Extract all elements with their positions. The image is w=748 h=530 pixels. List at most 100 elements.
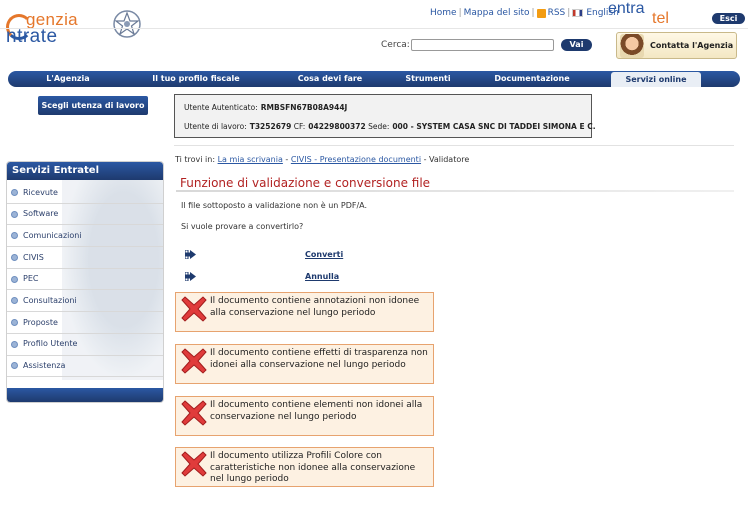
auth-user-value: RMBSFN67B08A944J xyxy=(260,103,348,112)
sede-label: Sede: xyxy=(368,122,390,131)
sidebar-title: Servizi Entratel xyxy=(7,162,163,180)
breadcrumb-prefix: Ti trovi in: xyxy=(175,155,216,164)
error-x-icon xyxy=(181,296,207,322)
sidebar-menu: Ricevute Software Comunicazioni CIVIS PE… xyxy=(7,182,163,378)
breadcrumb: Ti trovi in: La mia scrivania - CIVIS - … xyxy=(175,155,469,164)
sidebar-servizi-entratel: Servizi Entratel Ricevute Software Comun… xyxy=(6,161,164,403)
convert-question: Si vuole provare a convertirlo? xyxy=(181,222,304,231)
error-box-elements: Il documento contiene elementi non idone… xyxy=(175,396,434,436)
bullet-icon xyxy=(11,188,18,196)
validation-message: Il file sottoposto a validazione non è u… xyxy=(181,201,368,210)
entratel-logo: entra tel xyxy=(608,0,688,28)
error-box-color-profiles: Il documento utilizza Profili Colore con… xyxy=(175,447,434,487)
bullet-icon xyxy=(11,275,18,283)
breadcrumb-separator: - xyxy=(423,155,427,164)
bullet-icon xyxy=(11,362,18,370)
search-label: Cerca: xyxy=(381,40,410,50)
cf-value: 04229800372 xyxy=(308,122,366,131)
search-button[interactable]: Vai xyxy=(561,39,592,51)
sidebar-item-label: Comunicazioni xyxy=(23,230,82,240)
bullet-icon xyxy=(11,340,18,348)
sidebar-item-consultazioni[interactable]: Consultazioni xyxy=(7,290,163,313)
bullet-icon xyxy=(11,210,18,218)
sitemap-link[interactable]: Mappa del sito xyxy=(464,8,530,18)
error-text: Il documento contiene annotazioni non id… xyxy=(210,296,420,318)
breadcrumb-link-civis[interactable]: CIVIS - Presentazione documenti xyxy=(291,155,421,164)
sidebar-item-label: PEC xyxy=(23,274,39,284)
error-text: Il documento contiene effetti di traspar… xyxy=(210,348,428,370)
nav-item-strumenti[interactable]: Strumenti xyxy=(388,71,468,87)
error-x-icon xyxy=(181,348,207,374)
sidebar-footer xyxy=(7,388,163,402)
authenticated-user-row: Utente Autenticato: RMBSFN67B08A944J xyxy=(184,103,347,112)
annulla-link[interactable]: Annulla xyxy=(305,272,339,281)
converti-link[interactable]: Converti xyxy=(305,250,343,259)
italian-republic-emblem-icon xyxy=(113,10,141,38)
error-text: Il documento contiene elementi non idone… xyxy=(210,400,423,422)
choose-work-user-button[interactable]: Scegli utenza di lavoro xyxy=(38,96,148,115)
auth-user-label: Utente Autenticato: xyxy=(184,103,258,112)
content-divider xyxy=(174,145,734,146)
contact-agency-button[interactable]: Contatta l'Agenzia xyxy=(616,32,737,59)
sidebar-item-civis[interactable]: CIVIS xyxy=(7,247,163,269)
sidebar-item-profilo-utente[interactable]: Profilo Utente xyxy=(7,334,163,356)
work-user-label: Utente di lavoro: xyxy=(184,122,247,131)
error-text: Il documento utilizza Profili Colore con… xyxy=(210,451,416,484)
sidebar-item-label: Ricevute xyxy=(23,187,58,197)
contact-agency-label: Contatta l'Agenzia xyxy=(650,41,734,50)
bullet-icon xyxy=(11,297,18,305)
sidebar-item-label: Profilo Utente xyxy=(23,339,78,349)
logout-button[interactable]: Esci xyxy=(712,13,745,24)
nav-item-cosa-devi-fare[interactable]: Cosa devi fare xyxy=(280,71,380,87)
breadcrumb-current: Validatore xyxy=(429,155,470,164)
home-link[interactable]: Home xyxy=(430,8,457,18)
sidebar-item-proposte[interactable]: Proposte xyxy=(7,312,163,334)
entratel-text-2: tel xyxy=(652,10,669,27)
contact-avatar-icon xyxy=(620,33,644,58)
nav-item-documentazione[interactable]: Documentazione xyxy=(478,71,586,87)
sidebar-item-pec[interactable]: PEC xyxy=(7,269,163,291)
sidebar-item-software[interactable]: Software xyxy=(7,204,163,226)
arrow-right-icon[interactable] xyxy=(185,271,196,281)
entratel-text-1: entra xyxy=(608,0,645,17)
annulla-row: Annulla xyxy=(185,270,339,282)
breadcrumb-link-scrivania[interactable]: La mia scrivania xyxy=(218,155,283,164)
sede-value: 000 - SYSTEM CASA SNC DI TADDEI SIMONA E… xyxy=(392,122,596,131)
error-x-icon xyxy=(181,451,207,477)
sidebar-item-label: CIVIS xyxy=(23,252,44,262)
sidebar-item-label: Assistenza xyxy=(23,361,66,370)
logo-text-line2: ntrate xyxy=(6,26,58,47)
separator: | xyxy=(531,8,535,18)
sidebar-item-label: Proposte xyxy=(23,317,58,327)
rss-icon xyxy=(536,8,546,18)
uk-flag-icon xyxy=(572,9,584,17)
sidebar-item-label: Consultazioni xyxy=(23,295,77,305)
work-user-value: T3252679 xyxy=(249,122,292,131)
bullet-icon xyxy=(11,253,18,261)
bullet-icon xyxy=(11,318,18,326)
sidebar-item-label: Software xyxy=(23,209,59,219)
converti-row: Converti xyxy=(185,248,343,260)
sidebar-item-ricevute[interactable]: Ricevute xyxy=(7,182,163,204)
rss-link[interactable]: RSS xyxy=(548,8,566,18)
search-input[interactable] xyxy=(411,39,554,51)
separator: | xyxy=(458,8,462,18)
arrow-right-icon[interactable] xyxy=(185,249,196,259)
sidebar-item-assistenza[interactable]: Assistenza xyxy=(7,356,163,378)
work-user-row: Utente di lavoro: T3252679 CF: 04229800372… xyxy=(184,122,596,131)
main-nav: L'Agenzia Il tuo profilo fiscale Cosa de… xyxy=(8,71,740,87)
top-links: Home | Mappa del sito | RSS | English xyxy=(430,8,619,18)
sidebar-item-comunicazioni[interactable]: Comunicazioni xyxy=(7,225,163,248)
error-box-transparency: Il documento contiene effetti di traspar… xyxy=(175,344,434,384)
cf-label: CF: xyxy=(293,122,306,131)
title-underline xyxy=(176,190,734,192)
page-title: Funzione di validazione e conversione fi… xyxy=(180,176,431,190)
nav-item-servizi-online[interactable]: Servizi online xyxy=(611,72,701,87)
nav-item-agenzia[interactable]: L'Agenzia xyxy=(18,71,118,87)
error-x-icon xyxy=(181,400,207,426)
header-divider xyxy=(0,28,748,29)
bullet-icon xyxy=(11,232,18,240)
nav-item-profilo-fiscale[interactable]: Il tuo profilo fiscale xyxy=(136,71,256,87)
user-info-box: Utente Autenticato: RMBSFN67B08A944J Uten… xyxy=(174,94,596,138)
separator: | xyxy=(567,8,571,18)
